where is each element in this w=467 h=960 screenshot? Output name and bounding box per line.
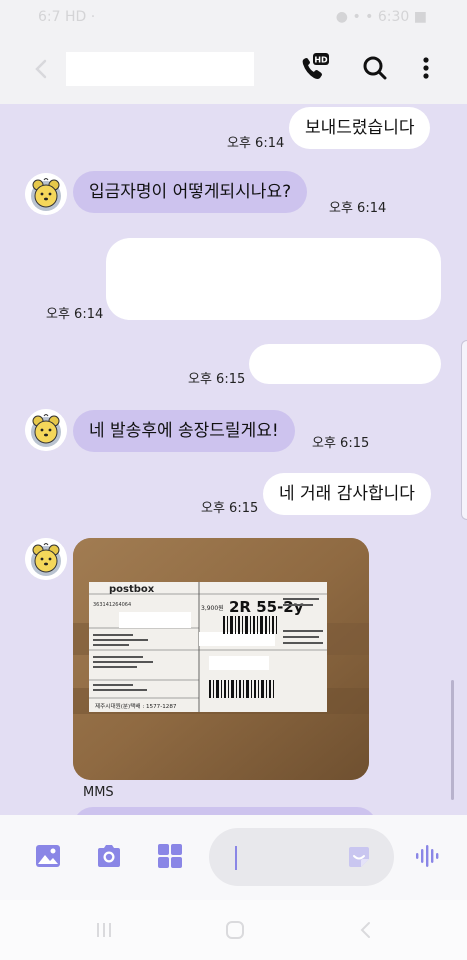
message-composer	[0, 815, 467, 900]
status-right: ● • • 6:30 ■	[335, 9, 427, 25]
parcel-box-image: postbox 2R 55-2y 3,900원 363141264064 제주시…	[73, 538, 369, 780]
recents-button[interactable]	[92, 918, 116, 942]
message-bubble-outgoing[interactable]: 네 거래 감사합니다	[263, 473, 431, 515]
message-time: 오후 6:14	[46, 307, 104, 322]
back-button[interactable]	[26, 54, 56, 84]
home-icon	[226, 921, 244, 939]
message-bubble-outgoing[interactable]	[106, 238, 441, 320]
mms-label: MMS	[83, 785, 114, 800]
bear-avatar-icon	[25, 538, 67, 580]
avatar[interactable]	[25, 173, 67, 215]
camera-button[interactable]	[94, 841, 124, 871]
voice-record-button[interactable]	[414, 842, 442, 870]
home-button[interactable]	[223, 918, 247, 942]
apps-button[interactable]	[155, 841, 185, 871]
message-bubble-outgoing[interactable]	[249, 344, 441, 384]
message-time: 오후 6:15	[201, 501, 259, 516]
sticker-button[interactable]	[347, 845, 371, 869]
parcel-code-text: 2R 55-2y	[229, 598, 304, 616]
avatar[interactable]	[25, 538, 67, 580]
grid-icon	[158, 844, 182, 868]
chat-header: HD	[0, 36, 467, 104]
camera-icon	[98, 845, 120, 867]
scrollbar[interactable]	[451, 680, 454, 800]
sticker-icon	[349, 847, 369, 867]
image-icon	[36, 845, 60, 867]
parcel-phone-text: 제주시대원(분)택배 : 1577-1287	[95, 702, 177, 710]
message-bubble-outgoing[interactable]: 보내드렸습니다	[289, 107, 431, 149]
system-nav-bar	[0, 900, 467, 960]
back-arrow-icon	[35, 59, 47, 79]
parcel-tracking-text: 363141264064	[93, 602, 131, 608]
more-vertical-icon	[423, 57, 429, 79]
contact-name	[66, 52, 254, 86]
status-left: 6:7 HD ·	[38, 9, 96, 25]
message-time: 오후 6:15	[188, 372, 246, 387]
message-time: 오후 6:15	[312, 436, 370, 451]
message-list[interactable]: 보내드렸습니다 오후 6:14 입금자명이 어떻게되시나요? 오후 6:14 오…	[0, 104, 467, 815]
message-bubble-incoming[interactable]	[73, 807, 377, 815]
mms-photo[interactable]: postbox 2R 55-2y 3,900원 363141264064 제주시…	[73, 538, 369, 780]
text-cursor	[235, 846, 237, 870]
message-bubble-incoming[interactable]: 네 발송후에 송장드릴게요!	[73, 410, 295, 452]
bear-avatar-icon	[25, 409, 67, 451]
voice-waveform-icon	[416, 845, 439, 867]
parcel-price-text: 3,900원	[201, 604, 224, 612]
recents-icon	[97, 923, 111, 937]
message-time: 오후 6:14	[227, 136, 285, 151]
message-time: 오후 6:14	[329, 201, 387, 216]
parcel-brand-text: postbox	[109, 584, 155, 595]
scroll-handle[interactable]	[461, 340, 467, 520]
bear-avatar-icon	[25, 173, 67, 215]
search-button[interactable]	[358, 52, 392, 86]
message-bubble-incoming[interactable]: 입금자명이 어떻게되시나요?	[73, 171, 308, 213]
avatar[interactable]	[25, 409, 67, 451]
hd-call-button[interactable]: HD	[296, 50, 332, 86]
search-icon	[363, 56, 387, 80]
gallery-button[interactable]	[33, 841, 63, 871]
nav-back-button[interactable]	[354, 918, 378, 942]
status-bar: 6:7 HD · ● • • 6:30 ■	[0, 0, 467, 36]
back-chevron-icon	[360, 922, 370, 938]
svg-text:HD: HD	[314, 56, 328, 65]
hd-call-icon: HD	[302, 53, 329, 79]
more-options-button[interactable]	[414, 52, 438, 86]
